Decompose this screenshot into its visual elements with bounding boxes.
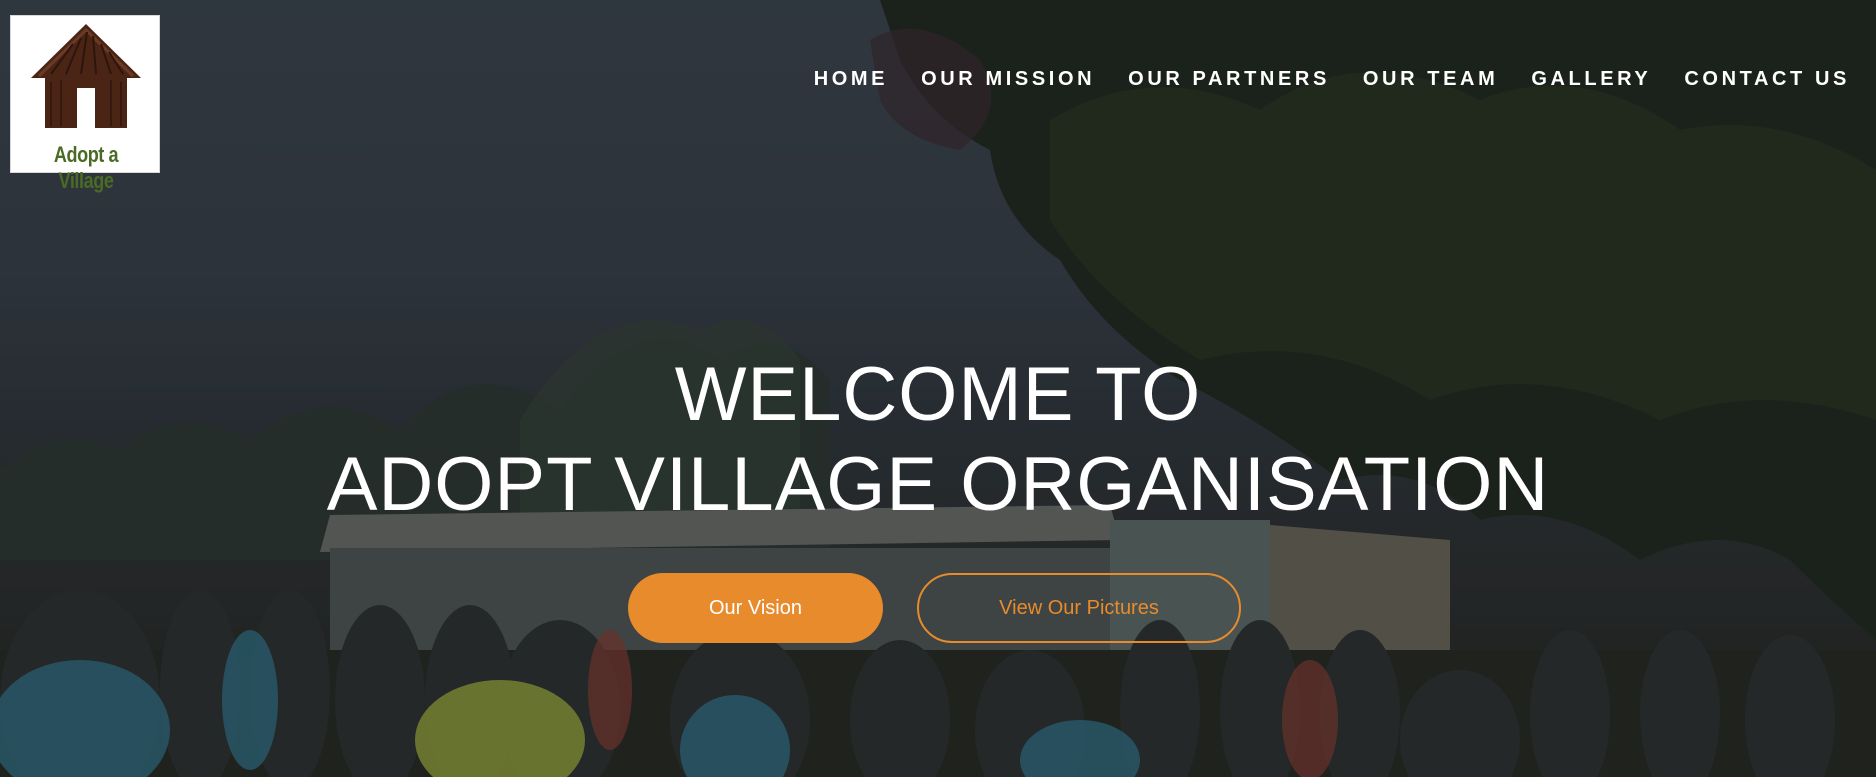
nav-item-our-team[interactable]: OUR TEAM bbox=[1363, 68, 1498, 91]
hero-headline-line-1: WELCOME TO bbox=[674, 352, 1202, 437]
hero-section: Adopt a Village HOME OUR MISSION OUR PAR… bbox=[0, 0, 1876, 777]
nav-item-our-mission[interactable]: OUR MISSION bbox=[921, 68, 1095, 91]
hero-headline: WELCOME TO ADOPT VILLAGE ORGANISATION bbox=[0, 350, 1876, 530]
our-vision-button[interactable]: Our Vision bbox=[628, 573, 883, 643]
nav-item-contact-us[interactable]: CONTACT US bbox=[1684, 68, 1850, 91]
nav-item-our-partners[interactable]: OUR PARTNERS bbox=[1128, 68, 1330, 91]
nav-item-gallery[interactable]: GALLERY bbox=[1531, 68, 1651, 91]
thatched-hut-icon bbox=[31, 24, 141, 128]
hero-headline-line-2: ADOPT VILLAGE ORGANISATION bbox=[326, 442, 1550, 527]
logo-text: Adopt a Village bbox=[53, 142, 119, 193]
site-logo[interactable]: Adopt a Village bbox=[10, 15, 160, 193]
nav-item-home[interactable]: HOME bbox=[814, 68, 888, 91]
main-navigation: HOME OUR MISSION OUR PARTNERS OUR TEAM G… bbox=[781, 68, 1850, 91]
view-our-pictures-button[interactable]: View Our Pictures bbox=[917, 573, 1241, 643]
